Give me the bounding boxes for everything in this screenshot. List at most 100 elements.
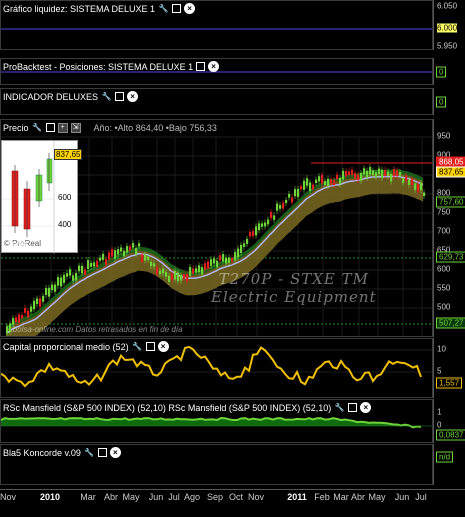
price-pane: Precio 🔧 + ⇲ Año: •Alto 864,40 •Bajo 756… <box>0 119 433 337</box>
close-icon[interactable]: × <box>109 447 121 458</box>
inset-candle <box>46 158 53 184</box>
tick: 6.000 <box>437 23 458 33</box>
rsc-value-tag: 0,0837 <box>436 429 465 441</box>
x-label: Sep <box>206 492 224 502</box>
maximize-icon[interactable] <box>172 4 182 13</box>
tick: 0 <box>437 420 442 430</box>
x-axis: Nov 2010 Mar Abr May Jun Jul Ago Sep Oct… <box>0 489 465 517</box>
x-label: Nov <box>0 492 17 502</box>
capital-pane-title: Capital proporcional medio (52) <box>3 341 129 352</box>
indicator-axis: 0 <box>433 88 465 115</box>
wrench-icon[interactable]: 🔧 <box>32 122 43 133</box>
liquidity-pane-header: Gráfico liquidez: SISTEMA DELUXE 1 🔧 × <box>3 3 196 14</box>
x-label: 2011 <box>287 492 307 502</box>
koncorde-axis: n/d <box>433 444 465 485</box>
backtest-pane-header: ProBacktest - Posiciones: SISTEMA DELUXE… <box>3 61 220 72</box>
x-label: Jun <box>148 492 164 502</box>
tick: 500 <box>437 302 451 312</box>
x-label: Nov <box>247 492 265 502</box>
x-label: Mar <box>333 492 349 502</box>
indicator-value-tag: 0 <box>436 96 447 108</box>
wrench-icon[interactable]: 🔧 <box>158 3 169 14</box>
price-axis: 950 900 850 800 750 700 650 600 550 500 … <box>433 119 465 337</box>
rsc-pane: RSc Mansfield (S&P 500 INDEX) (52,10) RS… <box>0 399 433 443</box>
rsc-axis: 1 0 0,0837 <box>433 399 465 443</box>
indicator-pane: INDICADOR DELUXES 🔧 × <box>0 88 433 115</box>
inset-tick: 400 <box>58 220 72 229</box>
backtest-pane: ProBacktest - Posiciones: SISTEMA DELUXE… <box>0 58 433 85</box>
tick: 750 <box>437 207 451 217</box>
inset-tick: 600 <box>58 193 72 202</box>
add-indicator-button[interactable]: + <box>57 122 68 133</box>
inset-value-tag: 837,65 <box>54 149 83 160</box>
tick: 10 <box>437 344 446 354</box>
backtest-axis: 0 <box>433 58 465 85</box>
maximize-icon[interactable] <box>196 62 206 71</box>
price-pane-header: Precio 🔧 + ⇲ Año: •Alto 864,40 •Bajo 756… <box>3 122 217 133</box>
koncorde-pane: Bla5 Koncorde v.09 🔧 × <box>0 444 433 485</box>
x-label: Jun <box>394 492 410 502</box>
watermark-line-1: T270P - STXE TM <box>218 270 369 288</box>
maximize-icon[interactable] <box>145 342 155 351</box>
backtest-value-tag: 0 <box>436 66 447 78</box>
wrench-icon[interactable]: 🔧 <box>101 91 112 102</box>
tick: 700 <box>437 226 451 236</box>
tick: 5.950 <box>437 41 458 51</box>
liquidity-pane: Gráfico liquidez: SISTEMA DELUXE 1 🔧 × <box>0 0 433 50</box>
rsc-pane-header: RSc Mansfield (S&P 500 INDEX) (52,10) RS… <box>3 402 372 413</box>
price-tag-ma: 629,73 <box>436 251 465 263</box>
tick: 950 <box>437 131 451 141</box>
tick: 550 <box>437 283 451 293</box>
indicator-pane-title: INDICADOR DELUXES <box>3 91 99 102</box>
tick: 6.050 <box>437 1 458 11</box>
tick: 1 <box>437 407 442 417</box>
price-tag-green: 757,60 <box>436 196 465 208</box>
close-icon[interactable]: × <box>127 91 139 102</box>
maximize-icon[interactable] <box>115 92 125 101</box>
price-tag-low: 507,27 <box>436 317 465 329</box>
price-watermark: T270P - STXE TM Electric Equipment <box>211 270 377 306</box>
x-label: Jul <box>168 492 180 502</box>
indicator-pane-header: INDICADOR DELUXES 🔧 × <box>3 91 139 102</box>
koncorde-value-tag: n/d <box>436 451 454 463</box>
wrench-icon[interactable]: 🔧 <box>334 402 345 413</box>
watermark-line-2: Electric Equipment <box>211 288 377 306</box>
close-icon[interactable]: × <box>157 341 169 352</box>
wrench-icon[interactable]: 🔧 <box>132 341 143 352</box>
price-year-info: Año: •Alto 864,40 •Bajo 756,33 <box>93 122 217 133</box>
x-label: Feb <box>314 492 330 502</box>
x-label: May <box>368 492 386 502</box>
liquidity-axis: 6.050 6.000 5.950 <box>433 0 465 50</box>
x-label: 2010 <box>39 492 61 502</box>
x-label: Abr <box>350 492 366 502</box>
add-drawing-button[interactable]: ⇲ <box>70 122 81 133</box>
capital-axis: 10 5 1,557 <box>433 338 465 398</box>
maximize-icon[interactable] <box>45 123 55 132</box>
capital-value-tag: 1,557 <box>436 377 463 389</box>
price-pane-title: Precio <box>3 122 29 133</box>
tick: 5 <box>437 366 442 376</box>
rsc-pane-title: RSc Mansfield (S&P 500 INDEX) (52,10) RS… <box>3 402 332 413</box>
capital-pane-header: Capital proporcional medio (52) 🔧 × <box>3 341 169 352</box>
wrench-icon[interactable]: 🔧 <box>84 447 95 458</box>
capital-pane: Capital proporcional medio (52) 🔧 × <box>0 338 433 398</box>
maximize-icon[interactable] <box>348 403 358 412</box>
x-label: May <box>122 492 140 502</box>
x-label: Mar <box>80 492 96 502</box>
inset-year: 2008 <box>7 240 28 250</box>
tick: 600 <box>437 264 451 274</box>
price-tag-yellow: 837,65 <box>436 166 465 178</box>
x-label: Oct <box>228 492 244 502</box>
x-label: Jul <box>415 492 427 502</box>
backtest-pane-title: ProBacktest - Posiciones: SISTEMA DELUXE… <box>3 61 194 72</box>
x-label: Ago <box>183 492 201 502</box>
close-icon[interactable]: × <box>360 402 372 413</box>
koncorde-pane-header: Bla5 Koncorde v.09 🔧 × <box>3 447 121 458</box>
close-icon[interactable]: × <box>208 61 220 72</box>
liquidity-pane-title: Gráfico liquidez: SISTEMA DELUXE 1 <box>3 3 156 14</box>
price-footer-note: ...bolsa-online.com Datos retrasados en … <box>6 325 183 334</box>
maximize-icon[interactable] <box>97 448 107 457</box>
close-icon[interactable]: × <box>184 3 196 14</box>
x-label: Abr <box>103 492 119 502</box>
price-inset: 837,65 600 400 © ProReal <box>1 140 83 254</box>
